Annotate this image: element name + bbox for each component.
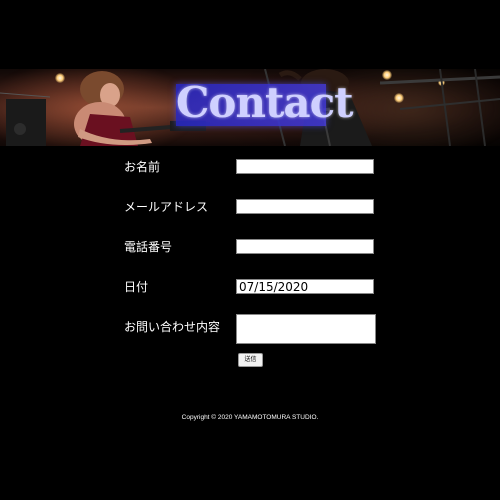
submit-button[interactable]: 送信 bbox=[238, 353, 263, 367]
date-label: 日付 bbox=[124, 280, 149, 294]
inquiry-textarea[interactable] bbox=[236, 314, 376, 344]
phone-input[interactable] bbox=[236, 239, 374, 254]
email-label: メールアドレス bbox=[124, 200, 209, 214]
phone-label: 電話番号 bbox=[124, 240, 173, 254]
contact-page: Contact お名前 メールアドレス 電話番号 日付 お問い合わせ内容 送信 … bbox=[0, 0, 500, 500]
name-label: お名前 bbox=[124, 160, 161, 174]
email-input[interactable] bbox=[236, 199, 374, 214]
inquiry-label: お問い合わせ内容 bbox=[124, 320, 221, 334]
amplifier bbox=[0, 92, 50, 146]
stage-truss bbox=[380, 69, 500, 146]
footer-copyright: Copyright © 2020 YAMAMOTOMURA STUDIO. bbox=[181, 414, 319, 421]
page-title: Contact bbox=[176, 78, 354, 127]
date-input[interactable] bbox=[236, 279, 374, 294]
name-input[interactable] bbox=[236, 159, 374, 174]
